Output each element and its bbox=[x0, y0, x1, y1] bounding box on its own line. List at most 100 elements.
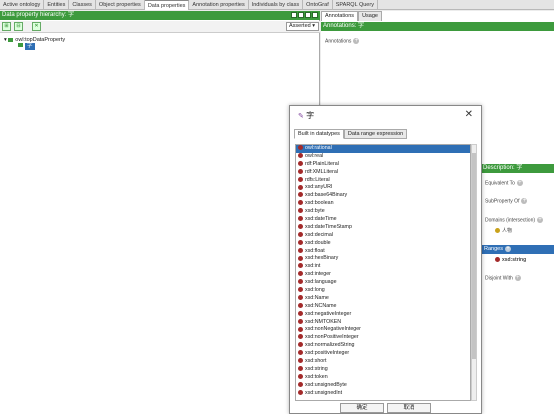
add-annotation-icon[interactable]: + bbox=[353, 38, 360, 44]
tab-built-in-datatypes[interactable]: Built in datatypes bbox=[294, 129, 344, 139]
dialog-tabs: Built in datatypes Data range expression bbox=[294, 129, 408, 139]
tab-data-properties[interactable]: Data properties bbox=[144, 0, 190, 10]
hierarchy-header: Data property hierarchy: 字 bbox=[0, 11, 320, 20]
datatype-icon bbox=[298, 381, 303, 387]
list-item[interactable]: rdf:PlainLiteral bbox=[296, 161, 470, 169]
list-item-label: xsd:normalizedString bbox=[305, 342, 355, 349]
list-item[interactable]: xsd:decimal bbox=[296, 232, 470, 240]
description-panel: Description: 字 Equivalent To + SubPropert… bbox=[480, 164, 554, 414]
scrollbar-thumb[interactable] bbox=[472, 153, 476, 359]
ok-button[interactable]: 确定 bbox=[340, 403, 384, 413]
list-item[interactable]: xsd:anyURI bbox=[296, 184, 470, 192]
list-item[interactable]: xsd:base64Binary bbox=[296, 192, 470, 200]
add-disjoint-icon[interactable]: + bbox=[514, 275, 521, 281]
close-icon[interactable] bbox=[312, 12, 318, 18]
list-item[interactable]: xsd:NMTOKEN bbox=[296, 319, 470, 327]
list-item-label: xsd:unsignedByte bbox=[305, 381, 347, 388]
list-item[interactable]: xsd:nonNegativeInteger bbox=[296, 326, 470, 334]
datatype-icon bbox=[298, 310, 303, 316]
dialog-title: 字 bbox=[306, 111, 315, 120]
list-item[interactable]: xsd:hexBinary bbox=[296, 255, 470, 263]
list-item[interactable]: xsd:token bbox=[296, 374, 470, 382]
list-item-label: rdf:XMLLiteral bbox=[305, 168, 338, 175]
list-item[interactable]: owl:real bbox=[296, 153, 470, 161]
datatype-icon bbox=[298, 224, 303, 229]
asserted-select[interactable]: Asserted ▾ bbox=[286, 22, 319, 31]
list-item[interactable]: xsd:boolean bbox=[296, 200, 470, 208]
list-item[interactable]: xsd:double bbox=[296, 240, 470, 248]
list-item-label: xsd:language bbox=[305, 279, 337, 286]
datatype-icon bbox=[298, 192, 303, 198]
restore-icon[interactable] bbox=[305, 12, 311, 18]
tree-root[interactable]: ▾ owl:topDataProperty bbox=[4, 37, 65, 43]
tab-individuals-by-class[interactable]: Individuals by class bbox=[249, 0, 304, 10]
list-item[interactable]: xsd:dateTime bbox=[296, 216, 470, 224]
data-property-icon bbox=[18, 43, 23, 48]
list-item[interactable]: xsd:integer bbox=[296, 271, 470, 279]
close-icon[interactable]: ✕ bbox=[465, 110, 473, 120]
add-subproperty-icon[interactable]: ⊞ bbox=[2, 22, 11, 31]
datatype-icon bbox=[298, 389, 303, 395]
list-item[interactable]: xsd:dateTimeStamp bbox=[296, 224, 470, 232]
list-item[interactable]: xsd:language bbox=[296, 279, 470, 287]
range-value[interactable]: xsd:string bbox=[495, 257, 526, 263]
equivalent-label: Equivalent To bbox=[485, 180, 515, 187]
datatype-icon bbox=[298, 279, 303, 285]
list-item[interactable]: rdfs:Literal bbox=[296, 177, 470, 185]
list-item[interactable]: xsd:normalizedString bbox=[296, 342, 470, 350]
list-item[interactable]: rdf:XMLLiteral bbox=[296, 169, 470, 177]
ranges-row: Ranges + bbox=[481, 245, 554, 254]
annotations-row: Annotations + bbox=[325, 38, 360, 45]
domain-value[interactable]: 人物 bbox=[495, 227, 512, 234]
datatype-icon bbox=[298, 168, 303, 174]
tab-data-range-expression[interactable]: Data range expression bbox=[343, 129, 408, 139]
list-item-label: xsd:string bbox=[305, 365, 328, 372]
add-sibling-icon[interactable]: ⊟ bbox=[14, 22, 23, 31]
datatype-icon bbox=[298, 184, 303, 190]
list-item[interactable]: xsd:unsignedByte bbox=[296, 382, 470, 390]
description-header: Description: 字 bbox=[481, 164, 554, 173]
tab-ontograf[interactable]: OntoGraf bbox=[303, 0, 333, 10]
list-item-label: xsd:positiveInteger bbox=[305, 350, 350, 357]
expand-icon[interactable]: ▾ bbox=[4, 37, 7, 43]
tab-object-properties[interactable]: Object properties bbox=[96, 0, 145, 10]
list-item[interactable]: xsd:short bbox=[296, 358, 470, 366]
list-item[interactable]: xsd:Name bbox=[296, 295, 470, 303]
list-item[interactable]: xsd:float bbox=[296, 248, 470, 256]
tab-annotation-properties[interactable]: Annotation properties bbox=[189, 0, 249, 10]
tab-usage[interactable]: Usage bbox=[358, 11, 382, 21]
list-item[interactable]: xsd:NCName bbox=[296, 303, 470, 311]
list-item[interactable]: xsd:nonPositiveInteger bbox=[296, 334, 470, 342]
tab-entities[interactable]: Entities bbox=[44, 0, 70, 10]
datatype-icon bbox=[298, 160, 303, 166]
add-domain-icon[interactable]: + bbox=[537, 217, 544, 223]
maximize-icon[interactable] bbox=[298, 12, 304, 18]
list-item[interactable]: xsd:int bbox=[296, 263, 470, 271]
delete-property-icon[interactable]: ✕ bbox=[32, 22, 41, 31]
list-item[interactable]: owl:rational bbox=[296, 145, 470, 153]
list-item-label: xsd:anyURI bbox=[305, 184, 333, 191]
list-item[interactable]: xsd:long bbox=[296, 287, 470, 295]
list-item[interactable]: xsd:string bbox=[296, 366, 470, 374]
datatype-icon bbox=[298, 145, 303, 151]
add-subproperty-icon[interactable]: + bbox=[521, 198, 528, 204]
list-item-label: xsd:NMTOKEN bbox=[305, 318, 342, 325]
datatype-icon bbox=[298, 318, 303, 324]
tab-classes[interactable]: Classes bbox=[69, 0, 96, 10]
list-item[interactable]: xsd:positiveInteger bbox=[296, 350, 470, 358]
tab-annotations[interactable]: Annotations bbox=[321, 11, 359, 21]
annotations-label: Annotations bbox=[325, 38, 352, 45]
add-equivalent-icon[interactable]: + bbox=[516, 180, 523, 186]
datatype-icon bbox=[298, 263, 303, 269]
cancel-button[interactable]: 取消 bbox=[387, 403, 431, 413]
list-item[interactable]: xsd:negativeInteger bbox=[296, 311, 470, 319]
add-range-icon[interactable]: + bbox=[504, 245, 511, 252]
tab-active-ontology[interactable]: Active ontology bbox=[0, 0, 45, 10]
datatype-dialog: ✎ 字 ✕ Built in datatypes Data range expre… bbox=[289, 105, 482, 414]
list-item[interactable]: xsd:unsignedInt bbox=[296, 390, 470, 398]
tree-item-selected[interactable]: 字 bbox=[18, 43, 35, 50]
tab-sparql-query[interactable]: SPARQL Query bbox=[333, 0, 378, 10]
list-scrollbar[interactable] bbox=[471, 144, 477, 401]
list-item[interactable]: xsd:byte bbox=[296, 208, 470, 216]
pin-icon[interactable] bbox=[291, 12, 297, 18]
